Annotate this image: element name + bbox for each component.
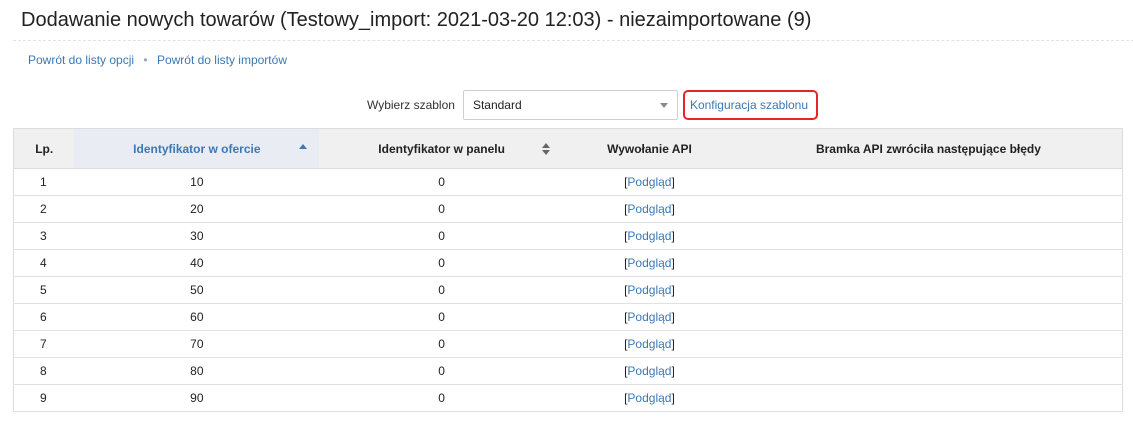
cell-api-call: [Podgląd] bbox=[564, 330, 735, 358]
back-to-options-link[interactable]: Powrót do listy opcji bbox=[28, 53, 134, 67]
template-config-link[interactable]: Konfiguracja szablonu bbox=[690, 98, 808, 112]
table-row: 9 90 0 [Podgląd] bbox=[13, 384, 1123, 412]
cell-api-errors bbox=[734, 357, 1123, 385]
cell-api-call: [Podgląd] bbox=[564, 276, 735, 304]
cell-api-errors bbox=[734, 330, 1123, 358]
cell-offer-id: 80 bbox=[74, 357, 320, 385]
cell-lp: 7 bbox=[13, 330, 75, 358]
cell-api-call: [Podgląd] bbox=[564, 303, 735, 331]
cell-offer-id: 70 bbox=[74, 330, 320, 358]
preview-link[interactable]: Podgląd bbox=[627, 256, 671, 270]
preview-link[interactable]: Podgląd bbox=[627, 391, 671, 405]
cell-offer-id: 10 bbox=[74, 168, 320, 196]
cell-offer-id: 50 bbox=[74, 276, 320, 304]
cell-api-call: [Podgląd] bbox=[564, 222, 735, 250]
config-link-highlight: Konfiguracja szablonu bbox=[682, 90, 819, 120]
cell-api-call: [Podgląd] bbox=[564, 249, 735, 277]
cell-api-errors bbox=[734, 276, 1123, 304]
cell-panel-id: 0 bbox=[319, 357, 565, 385]
cell-api-errors bbox=[734, 222, 1123, 250]
cell-offer-id: 30 bbox=[74, 222, 320, 250]
table-row: 7 70 0 [Podgląd] bbox=[13, 330, 1123, 358]
cell-lp: 9 bbox=[13, 384, 75, 412]
cell-offer-id: 40 bbox=[74, 249, 320, 277]
cell-offer-id: 60 bbox=[74, 303, 320, 331]
chevron-down-icon bbox=[659, 103, 668, 108]
column-header-api-call: Wywołanie API bbox=[564, 128, 735, 169]
cell-api-call: [Podgląd] bbox=[564, 357, 735, 385]
cell-lp: 8 bbox=[13, 357, 75, 385]
cell-api-errors bbox=[734, 384, 1123, 412]
preview-link[interactable]: Podgląd bbox=[627, 229, 671, 243]
cell-panel-id: 0 bbox=[319, 330, 565, 358]
table-row: 5 50 0 [Podgląd] bbox=[13, 276, 1123, 304]
preview-link[interactable]: Podgląd bbox=[627, 283, 671, 297]
cell-panel-id: 0 bbox=[319, 222, 565, 250]
cell-lp: 3 bbox=[13, 222, 75, 250]
cell-offer-id: 90 bbox=[74, 384, 320, 412]
breadcrumb-separator: • bbox=[143, 53, 148, 67]
back-to-imports-link[interactable]: Powrót do listy importów bbox=[157, 53, 287, 67]
template-selector-row: Wybierz szablon Standard Konfiguracja sz… bbox=[367, 90, 819, 120]
preview-link[interactable]: Podgląd bbox=[627, 202, 671, 216]
preview-link[interactable]: Podgląd bbox=[627, 337, 671, 351]
cell-panel-id: 0 bbox=[319, 384, 565, 412]
cell-panel-id: 0 bbox=[319, 195, 565, 223]
preview-link[interactable]: Podgląd bbox=[627, 310, 671, 324]
page-title: Dodawanie nowych towarów (Testowy_import… bbox=[21, 9, 812, 31]
cell-api-call: [Podgląd] bbox=[564, 168, 735, 196]
cell-offer-id: 20 bbox=[74, 195, 320, 223]
column-header-panel-id[interactable]: Identyfikator w panelu bbox=[319, 128, 565, 169]
cell-lp: 6 bbox=[13, 303, 75, 331]
table-row: 1 10 0 [Podgląd] bbox=[13, 168, 1123, 196]
cell-api-errors bbox=[734, 249, 1123, 277]
table-row: 4 40 0 [Podgląd] bbox=[13, 249, 1123, 277]
breadcrumb: Powrót do listy opcji • Powrót do listy … bbox=[28, 53, 287, 67]
table-header-row: Lp. Identyfikator w ofercie Identyfikato… bbox=[13, 128, 1123, 169]
table-body: 1 10 0 [Podgląd] 2 20 0 [Podgląd] 3 30 0… bbox=[13, 168, 1123, 412]
preview-link[interactable]: Podgląd bbox=[627, 175, 671, 189]
cell-api-call: [Podgląd] bbox=[564, 384, 735, 412]
table-row: 3 30 0 [Podgląd] bbox=[13, 222, 1123, 250]
cell-lp: 2 bbox=[13, 195, 75, 223]
template-select[interactable]: Standard bbox=[462, 90, 678, 120]
cell-api-errors bbox=[734, 195, 1123, 223]
template-label: Wybierz szablon bbox=[367, 98, 455, 112]
sort-icon bbox=[542, 143, 551, 155]
title-divider bbox=[13, 40, 1133, 41]
cell-panel-id: 0 bbox=[319, 276, 565, 304]
table-row: 8 80 0 [Podgląd] bbox=[13, 357, 1123, 385]
import-table: Lp. Identyfikator w ofercie Identyfikato… bbox=[13, 128, 1123, 412]
cell-api-errors bbox=[734, 303, 1123, 331]
column-header-offer-id[interactable]: Identyfikator w ofercie bbox=[74, 128, 320, 169]
column-header-api-errors: Bramka API zwróciła następujące błędy bbox=[734, 128, 1123, 169]
cell-api-errors bbox=[734, 168, 1123, 196]
column-header-lp: Lp. bbox=[13, 128, 75, 169]
cell-lp: 1 bbox=[13, 168, 75, 196]
table-row: 2 20 0 [Podgląd] bbox=[13, 195, 1123, 223]
cell-api-call: [Podgląd] bbox=[564, 195, 735, 223]
cell-panel-id: 0 bbox=[319, 168, 565, 196]
cell-lp: 5 bbox=[13, 276, 75, 304]
sort-ascending-icon bbox=[299, 144, 308, 149]
cell-panel-id: 0 bbox=[319, 303, 565, 331]
cell-panel-id: 0 bbox=[319, 249, 565, 277]
table-row: 6 60 0 [Podgląd] bbox=[13, 303, 1123, 331]
cell-lp: 4 bbox=[13, 249, 75, 277]
preview-link[interactable]: Podgląd bbox=[627, 364, 671, 378]
template-select-value: Standard bbox=[472, 98, 522, 112]
